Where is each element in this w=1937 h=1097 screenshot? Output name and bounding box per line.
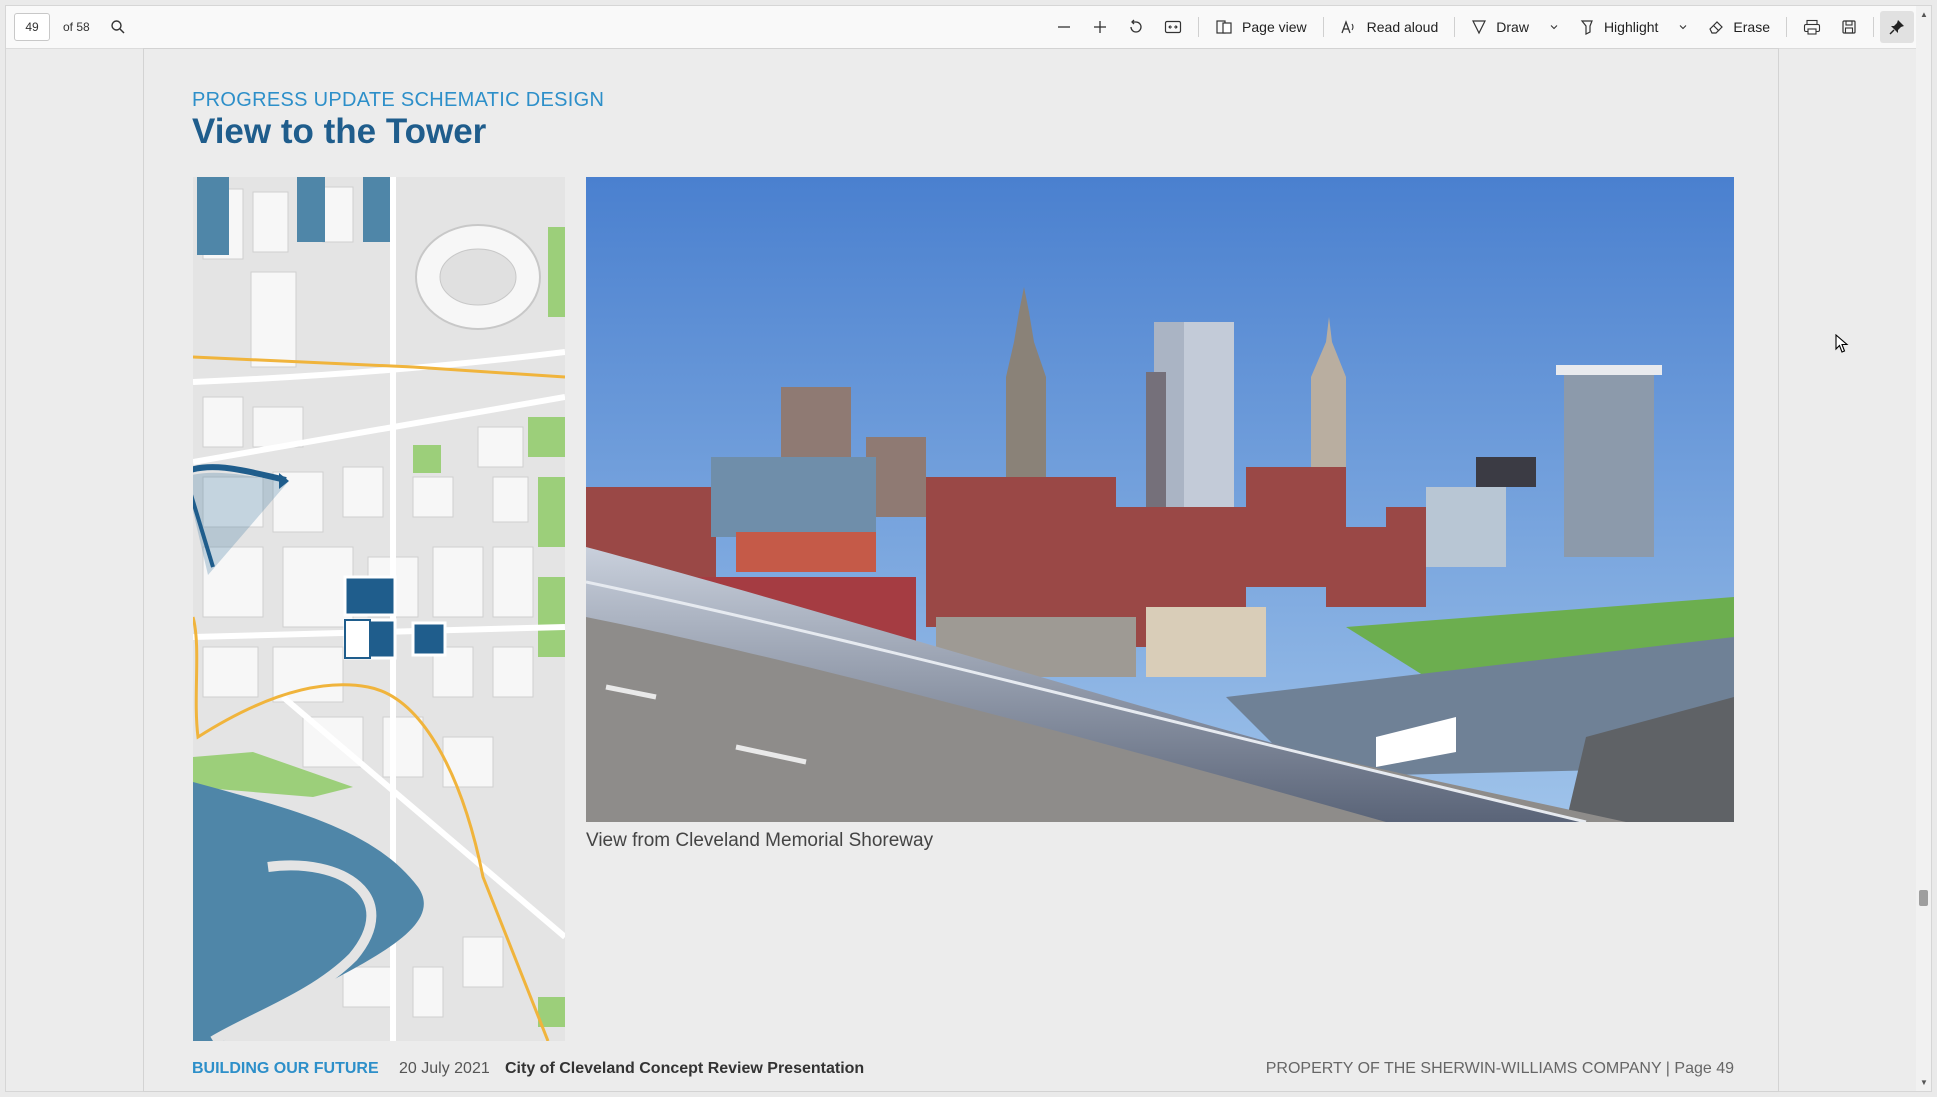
highlighter-icon [1580, 20, 1593, 35]
page-title: View to the Tower [192, 112, 487, 151]
vertical-scrollbar[interactable]: ▲ ▼ [1916, 6, 1931, 1091]
photo-caption: View from Cleveland Memorial Shoreway [586, 830, 934, 851]
page-view-label: Page view [1242, 19, 1307, 35]
save-disk-icon [1842, 20, 1856, 34]
pin-toolbar-button[interactable] [1880, 11, 1914, 43]
highlight-button[interactable]: Highlight [1569, 11, 1668, 43]
page-subtitle: PROGRESS UPDATE SCHEMATIC DESIGN [192, 89, 605, 111]
toolbar-divider [1322, 17, 1324, 37]
toolbar-divider [1454, 17, 1456, 37]
fit-to-width-button[interactable] [1154, 11, 1192, 43]
fit-width-icon [1164, 20, 1182, 34]
page-view-button[interactable]: Page view [1205, 11, 1317, 43]
erase-label: Erase [1733, 19, 1770, 35]
search-button[interactable] [110, 19, 126, 35]
search-icon [111, 20, 125, 34]
toolbar-divider [1198, 17, 1200, 37]
rotate-button[interactable] [1118, 11, 1154, 43]
toolbar-divider [1873, 17, 1874, 37]
footer-brand: BUILDING OUR FUTURE [192, 1060, 379, 1077]
footer-property-page: PROPERTY OF THE SHERWIN-WILLIAMS COMPANY… [1265, 1060, 1734, 1077]
minus-icon [1058, 26, 1071, 28]
read-aloud-button[interactable]: Read aloud [1330, 11, 1449, 43]
footer-date: 20 July 2021 [399, 1060, 490, 1077]
draw-label: Draw [1496, 19, 1529, 35]
site-map-image [193, 177, 565, 1041]
pin-icon [1889, 20, 1904, 35]
mouse-cursor-icon [1835, 333, 1849, 359]
pdf-viewer-window: of 58 Page view [6, 6, 1931, 1091]
zoom-out-button[interactable] [1046, 11, 1082, 43]
zoom-in-button[interactable] [1082, 11, 1118, 43]
skyline-photo [586, 177, 1734, 822]
page-view-icon [1216, 20, 1232, 34]
scroll-up-arrow-icon[interactable]: ▲ [1920, 10, 1928, 19]
plus-icon [1094, 21, 1107, 33]
page-footer: BUILDING OUR FUTURE 20 July 2021 City of… [192, 1060, 1734, 1084]
printer-icon [1803, 19, 1821, 35]
footer-presentation-title: City of Cleveland Concept Review Present… [505, 1060, 865, 1077]
chevron-down-icon [1680, 25, 1687, 30]
save-button[interactable] [1831, 11, 1867, 43]
erase-button[interactable]: Erase [1698, 11, 1780, 43]
read-aloud-label: Read aloud [1366, 19, 1439, 35]
chevron-down-icon [1550, 25, 1558, 30]
eraser-icon [1709, 21, 1724, 34]
page-number-input[interactable] [14, 13, 50, 41]
highlight-options-dropdown[interactable] [1668, 11, 1698, 43]
read-aloud-icon [1341, 20, 1354, 34]
rotate-icon [1130, 19, 1142, 33]
draw-pen-icon [1472, 20, 1487, 35]
scrollbar-thumb[interactable] [1919, 890, 1928, 906]
pdf-page: PROGRESS UPDATE SCHEMATIC DESIGN View to… [144, 49, 1778, 1091]
page-count: of 58 [63, 20, 90, 34]
toolbar-divider [1786, 17, 1787, 37]
print-button[interactable] [1793, 11, 1831, 43]
scroll-down-arrow-icon[interactable]: ▼ [1920, 1078, 1928, 1087]
highlight-label: Highlight [1603, 19, 1659, 35]
draw-button[interactable]: Draw [1461, 11, 1539, 43]
toolbar-right-group: Page view Read aloud Draw Highlight Eras… [1046, 6, 1916, 48]
pdf-toolbar: of 58 Page view [6, 6, 1916, 49]
draw-options-dropdown[interactable] [1539, 11, 1569, 43]
